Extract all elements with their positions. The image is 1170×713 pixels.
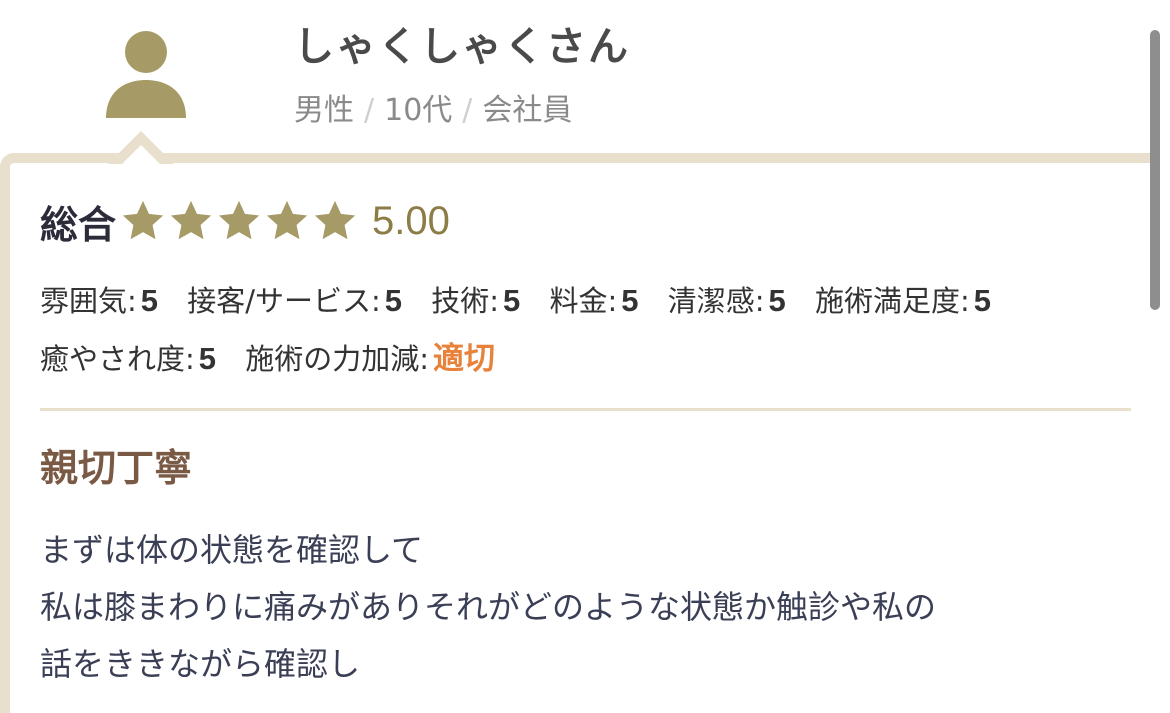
rating-value: 5 — [198, 341, 217, 376]
rating-price: 料金: 5 — [550, 272, 639, 330]
rating-skill: 技術: 5 — [431, 272, 520, 330]
meta-separator: / — [462, 93, 473, 128]
rating-label: 施術満足度: — [815, 284, 970, 318]
speech-bubble-pointer — [108, 131, 174, 164]
star-icon — [314, 200, 356, 240]
rating-label: 接客/サービス: — [187, 284, 381, 318]
star-icon — [266, 200, 308, 240]
rating-value: 5 — [768, 283, 786, 318]
reviewer-name: しゃくしゃくさん — [294, 24, 630, 70]
star-rating — [120, 198, 360, 244]
review-line: まずは体の状態を確認して — [40, 531, 424, 569]
rating-label: 技術: — [431, 284, 500, 318]
rating-relaxation: 癒やされ度: 5 — [40, 330, 216, 388]
rating-value: 5 — [973, 283, 992, 318]
meta-separator: / — [364, 93, 375, 128]
rating-service: 接客/サービス: 5 — [187, 272, 402, 330]
reviewer-age: 10代 — [384, 93, 453, 128]
avatar-icon — [106, 31, 186, 118]
rating-value: 5 — [384, 283, 403, 318]
rating-value: 5 — [503, 283, 521, 318]
reviewer-meta: 男性 / 10代 / 会社員 — [294, 90, 572, 132]
review-line: 私は膝まわりに痛みがありそれがどのような状態か触診や私の — [40, 588, 937, 626]
rating-breakdown: 雰囲気: 5 接客/サービス: 5 技術: 5 料金: 5 清潔感: 5 施術満足度: 5 … — [40, 272, 1140, 388]
review-title: 親切丁寧 — [40, 446, 193, 490]
rating-value: 5 — [621, 283, 639, 318]
rating-label: 雰囲気: — [40, 284, 137, 318]
star-icon — [218, 200, 260, 240]
rating-label: 料金: — [549, 284, 618, 318]
overall-score: 5.00 — [372, 198, 450, 243]
rating-label: 施術の力加減: — [245, 342, 430, 376]
rating-value: 適切 — [433, 341, 496, 377]
review-line: 話をききながら確認し — [40, 645, 361, 683]
section-divider — [40, 408, 1131, 411]
overall-rating: 総合 5.00 — [40, 196, 450, 247]
rating-treatment-satisfaction: 施術満足度: 5 — [815, 272, 991, 330]
rating-cleanliness: 清潔感: 5 — [668, 272, 786, 330]
rating-label: 癒やされ度: — [40, 342, 195, 376]
reviewer-gender: 男性 — [294, 93, 354, 128]
overall-label: 総合 — [40, 202, 117, 247]
rating-atmosphere: 雰囲気: 5 — [40, 272, 158, 330]
star-icon — [122, 200, 164, 240]
reviewer-occupation: 会社員 — [482, 93, 573, 128]
scrollbar-thumb[interactable] — [1150, 30, 1160, 310]
rating-pressure: 施術の力加減: 適切 — [245, 330, 495, 388]
rating-value: 5 — [140, 283, 159, 318]
rating-label: 清潔感: — [667, 284, 765, 318]
review-body: まずは体の状態を確認して 私は膝まわりに痛みがありそれがどのような状態か触診や私… — [40, 522, 1140, 693]
star-icon — [170, 200, 212, 240]
